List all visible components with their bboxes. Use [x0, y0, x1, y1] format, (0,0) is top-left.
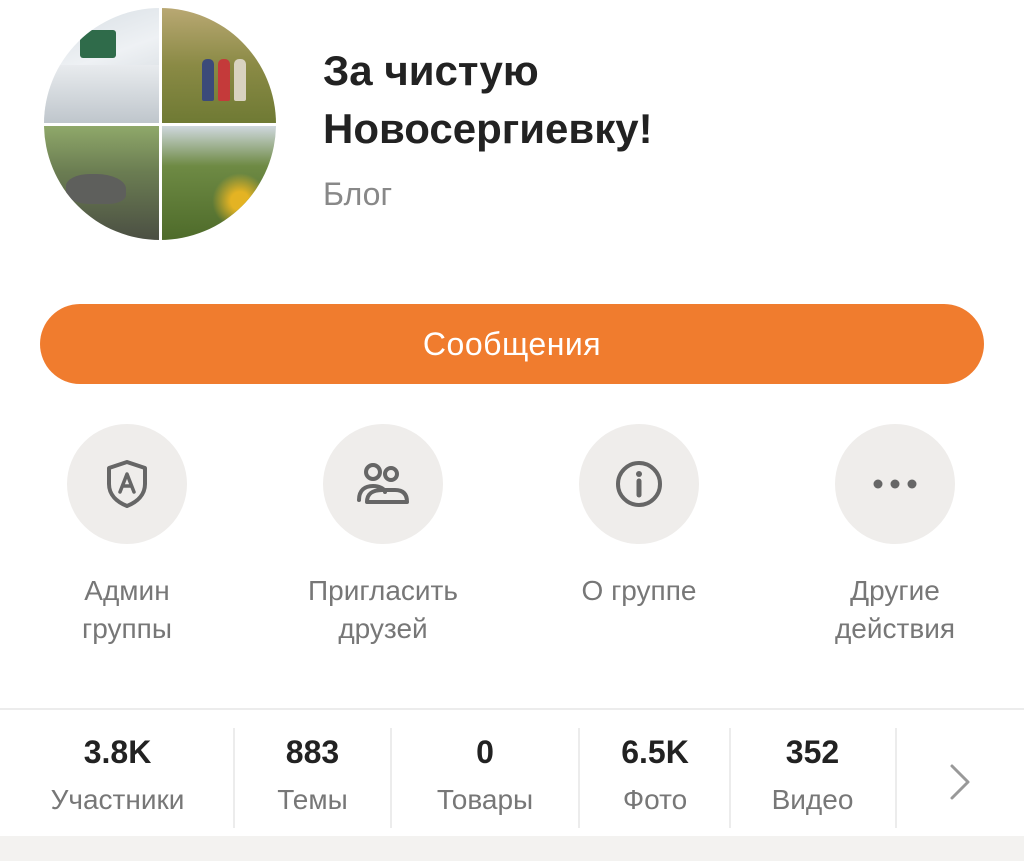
avatar-photo-3: [44, 125, 159, 240]
about-group-label: О группе: [581, 575, 697, 606]
stat-products-value: 0: [476, 734, 494, 770]
stat-products[interactable]: 0 Товары: [400, 734, 570, 816]
info-icon: [616, 461, 662, 507]
stat-photos-value: 6.5K: [621, 734, 689, 770]
group-type: Блог: [323, 176, 393, 212]
stat-photos[interactable]: 6.5K Фото: [585, 734, 725, 816]
stat-topics-label: Темы: [277, 784, 348, 815]
more-dots-icon: [873, 479, 917, 489]
stat-divider: [233, 728, 235, 828]
about-group-action[interactable]: О группе: [529, 424, 749, 610]
invite-friends-label: Пригласить друзей: [308, 575, 458, 644]
avatar-photo-2: [161, 8, 276, 123]
stats-next-button[interactable]: [948, 762, 972, 807]
chevron-right-icon: [950, 764, 970, 800]
shield-a-icon: [107, 460, 147, 508]
admin-group-action[interactable]: Админ группы: [17, 424, 237, 648]
stat-divider: [578, 728, 580, 828]
group-title: За чистую Новосергиевку!: [323, 47, 653, 152]
stat-videos-label: Видео: [771, 784, 854, 815]
invite-icon-circle[interactable]: [323, 424, 443, 544]
stat-members-label: Участники: [50, 784, 185, 815]
more-icon-circle[interactable]: [835, 424, 955, 544]
group-avatar[interactable]: [44, 8, 276, 240]
people-icon: [357, 463, 409, 504]
stat-divider: [895, 728, 897, 828]
stat-products-label: Товары: [436, 784, 534, 815]
stat-videos-value: 352: [785, 734, 840, 770]
stat-members[interactable]: 3.8K Участники: [20, 734, 215, 816]
group-stats-bar: 3.8K Участники 883 Темы 0 Товары 6.5K Фо…: [0, 708, 1024, 836]
stat-divider: [390, 728, 392, 828]
admin-group-label: Админ группы: [82, 575, 172, 644]
group-header: За чистую Новосергиевку! Блог: [0, 0, 1024, 270]
bottom-divider-strip: [0, 836, 1024, 861]
about-icon-circle[interactable]: [579, 424, 699, 544]
stat-members-value: 3.8K: [83, 734, 152, 770]
stat-videos[interactable]: 352 Видео: [740, 734, 885, 816]
avatar-photo-1: [44, 8, 159, 123]
admin-icon-circle[interactable]: [67, 424, 187, 544]
stat-topics[interactable]: 883 Темы: [240, 734, 385, 816]
other-actions-action[interactable]: Другие действия: [785, 424, 1005, 648]
stat-photos-label: Фото: [622, 784, 688, 815]
action-row: Админ группы Пригласить друзей О группе: [0, 424, 1024, 664]
stat-divider: [729, 728, 731, 828]
avatar-photo-4: [161, 125, 276, 240]
other-actions-label: Другие действия: [834, 575, 956, 644]
invite-friends-action[interactable]: Пригласить друзей: [273, 424, 493, 648]
messages-button[interactable]: Сообщения: [40, 304, 984, 384]
stat-topics-value: 883: [285, 734, 340, 770]
